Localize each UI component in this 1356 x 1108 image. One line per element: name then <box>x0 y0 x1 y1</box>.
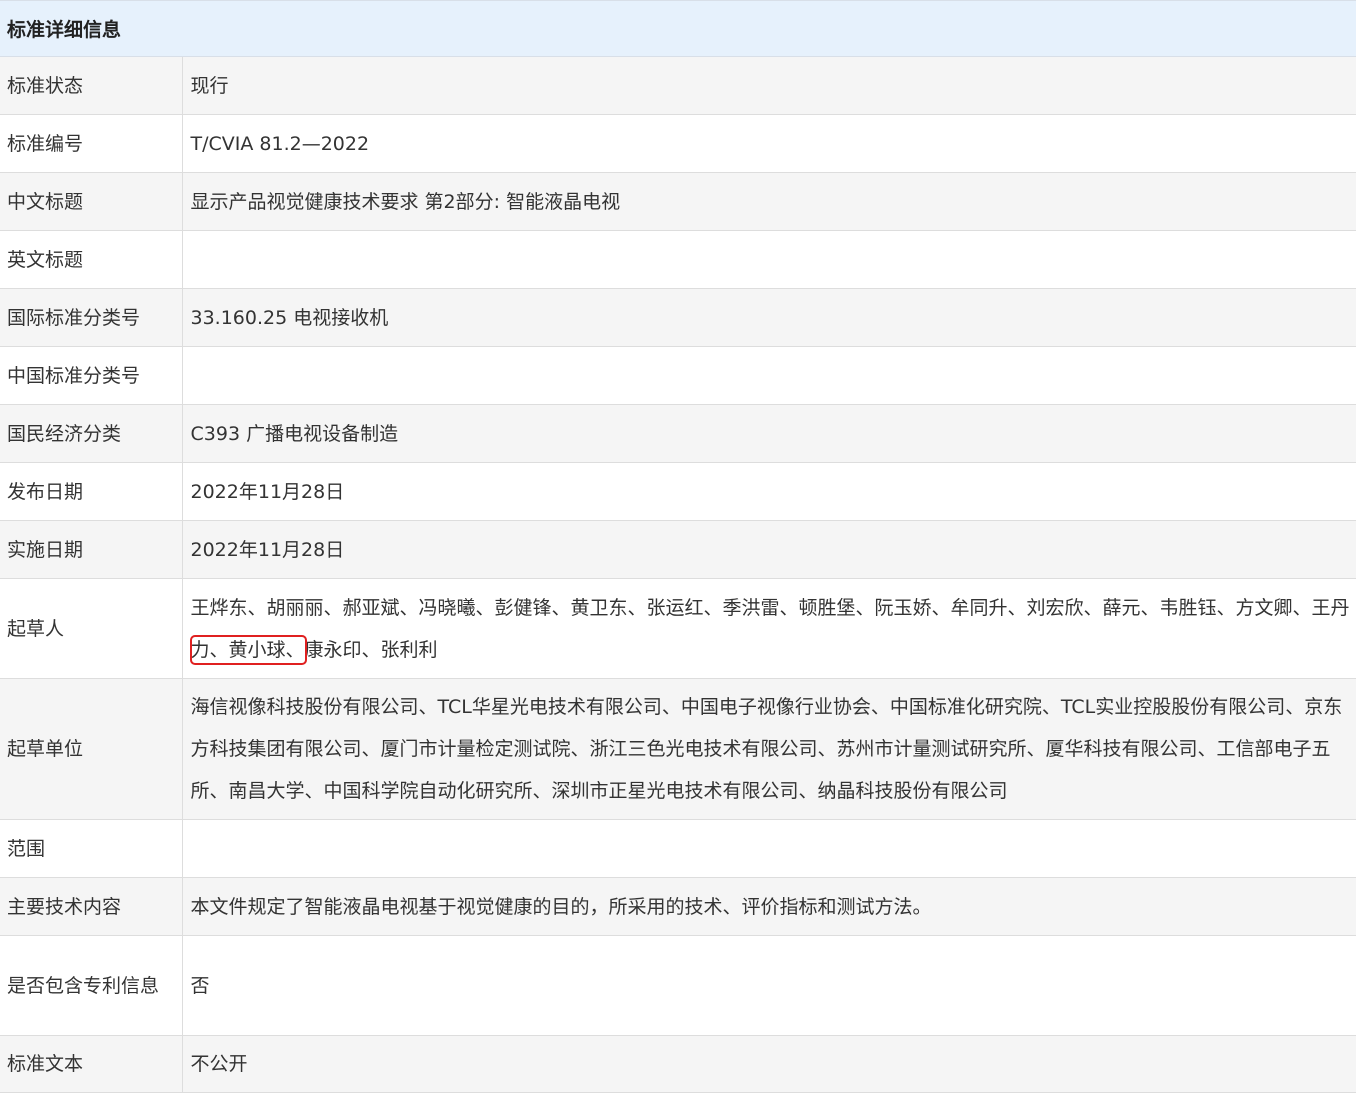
table-row: 标准文本 不公开 <box>0 1035 1356 1093</box>
en-title-value <box>182 230 1356 289</box>
table-header-row: 标准详细信息 <box>0 0 1356 57</box>
drafters-label: 起草人 <box>0 578 183 679</box>
main-content-label: 主要技术内容 <box>0 877 183 936</box>
economy-value: C393 广播电视设备制造 <box>182 404 1356 463</box>
drafting-units-label: 起草单位 <box>0 678 183 820</box>
table-row: 英文标题 <box>0 230 1356 289</box>
ics-label: 国际标准分类号 <box>0 288 183 347</box>
implement-date-label: 实施日期 <box>0 520 183 579</box>
table-row: 范围 <box>0 819 1356 878</box>
table-row: 是否包含专利信息 否 <box>0 935 1356 1036</box>
standard-detail-table: 标准详细信息 标准状态 现行 标准编号 T/CVIA 81.2—2022 中文标… <box>0 0 1356 1093</box>
drafters-list-rest: 康永印、张利利 <box>304 638 438 661</box>
table-title: 标准详细信息 <box>0 0 1356 57</box>
cn-title-value: 显示产品视觉健康技术要求 第2部分: 智能液晶电视 <box>182 172 1356 231</box>
en-title-label: 英文标题 <box>0 230 183 289</box>
table-row: 标准状态 现行 <box>0 56 1356 115</box>
highlighted-drafter: 、黄小球、 <box>189 634 307 665</box>
main-content-value: 本文件规定了智能液晶电视基于视觉健康的目的，所采用的技术、评价指标和测试方法。 <box>182 877 1356 936</box>
table-row: 实施日期 2022年11月28日 <box>0 520 1356 579</box>
table-row: 主要技术内容 本文件规定了智能液晶电视基于视觉健康的目的，所采用的技术、评价指标… <box>0 877 1356 936</box>
economy-label: 国民经济分类 <box>0 404 183 463</box>
table-row: 标准编号 T/CVIA 81.2—2022 <box>0 114 1356 173</box>
scope-label: 范围 <box>0 819 183 878</box>
table-row: 起草单位 海信视像科技股份有限公司、TCL华星光电技术有限公司、中国电子视像行业… <box>0 678 1356 820</box>
ics-value: 33.160.25 电视接收机 <box>182 288 1356 347</box>
publish-date-label: 发布日期 <box>0 462 183 521</box>
drafters-value: 王烨东、胡丽丽、郝亚斌、冯晓曦、彭健锋、黄卫东、张运红、季洪雷、顿胜堡、阮玉娇、… <box>182 578 1356 679</box>
patent-value: 否 <box>182 935 1356 1036</box>
implement-date-value: 2022年11月28日 <box>182 520 1356 579</box>
ccs-label: 中国标准分类号 <box>0 346 183 405</box>
status-label: 标准状态 <box>0 56 183 115</box>
number-label: 标准编号 <box>0 114 183 173</box>
table-row: 国际标准分类号 33.160.25 电视接收机 <box>0 288 1356 347</box>
status-value: 现行 <box>182 56 1356 115</box>
scope-value <box>182 819 1356 878</box>
cn-title-label: 中文标题 <box>0 172 183 231</box>
text-label: 标准文本 <box>0 1035 183 1093</box>
table-row: 中文标题 显示产品视觉健康技术要求 第2部分: 智能液晶电视 <box>0 172 1356 231</box>
text-value: 不公开 <box>182 1035 1356 1093</box>
patent-label: 是否包含专利信息 <box>0 935 183 1036</box>
drafting-units-value: 海信视像科技股份有限公司、TCL华星光电技术有限公司、中国电子视像行业协会、中国… <box>182 678 1356 820</box>
table-row: 中国标准分类号 <box>0 346 1356 405</box>
table-row: 起草人 王烨东、胡丽丽、郝亚斌、冯晓曦、彭健锋、黄卫东、张运红、季洪雷、顿胜堡、… <box>0 578 1356 679</box>
ccs-value <box>182 346 1356 405</box>
table-row: 国民经济分类 C393 广播电视设备制造 <box>0 404 1356 463</box>
publish-date-value: 2022年11月28日 <box>182 462 1356 521</box>
table-row: 发布日期 2022年11月28日 <box>0 462 1356 521</box>
number-value: T/CVIA 81.2—2022 <box>182 114 1356 173</box>
